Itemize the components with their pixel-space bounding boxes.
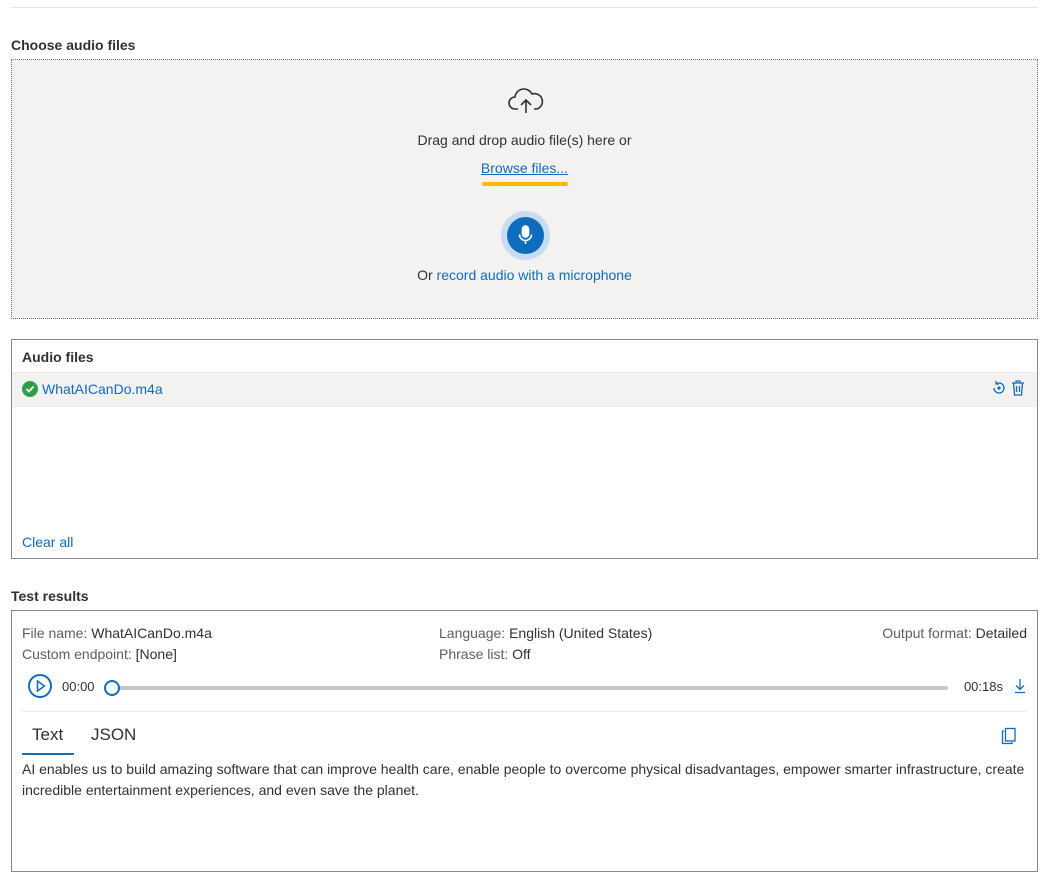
active-tab-indicator [22,753,74,755]
top-divider [11,7,1038,8]
audio-dropzone[interactable]: Drag and drop audio file(s) here or Brow… [11,59,1038,319]
language-value: English (United States) [509,625,653,641]
delete-icon[interactable] [1011,380,1027,396]
custom-endpoint-label: Custom endpoint: [22,646,132,662]
custom-endpoint-meta: Custom endpoint: [None] [22,646,177,662]
microphone-icon [518,225,533,244]
file-name-meta: File name: WhatAICanDo.m4a [22,625,212,641]
transcript-text: AI enables us to build amazing software … [22,761,1025,798]
success-check-icon [22,381,38,397]
test-results-title: Test results [11,588,89,604]
retry-icon[interactable] [991,380,1007,396]
choose-audio-title: Choose audio files [11,37,136,53]
audio-files-title: Audio files [22,349,94,365]
cloud-upload-icon [508,88,544,113]
file-name-link[interactable]: WhatAICanDo.m4a [42,381,163,397]
file-row[interactable]: WhatAICanDo.m4a [12,372,1037,407]
play-button[interactable] [28,674,52,698]
browse-files-link[interactable]: Browse files... [481,160,568,176]
language-meta: Language: English (United States) [439,625,652,641]
record-line: Or record audio with a microphone [12,267,1037,283]
output-format-value: Detailed [975,625,1027,641]
drag-drop-text: Drag and drop audio file(s) here or [417,132,632,148]
phrase-list-label: Phrase list: [439,646,509,662]
file-name-value: WhatAICanDo.m4a [91,625,212,641]
file-name-label: File name: [22,625,88,641]
output-format-meta: Output format: Detailed [882,625,1027,641]
audio-progress-track[interactable] [112,686,948,690]
results-divider [22,711,1027,712]
tab-text[interactable]: Text [32,725,63,745]
record-prefix: Or [417,267,433,283]
phrase-list-meta: Phrase list: Off [439,646,531,662]
output-format-label: Output format: [882,625,972,641]
test-results-panel: File name: WhatAICanDo.m4a Custom endpoi… [11,610,1038,872]
play-icon [36,680,46,692]
duration: 00:18s [963,679,1003,694]
download-icon[interactable] [1013,678,1027,694]
tab-json[interactable]: JSON [91,725,136,745]
record-audio-link[interactable]: record audio with a microphone [437,267,632,283]
current-time: 00:00 [62,679,95,694]
record-microphone-button[interactable] [507,217,544,254]
clear-all-link[interactable]: Clear all [22,534,73,550]
copy-icon[interactable] [1001,727,1017,745]
browse-highlight [482,182,568,186]
custom-endpoint-value: [None] [135,646,177,662]
phrase-list-value: Off [512,646,531,662]
language-label: Language: [439,625,506,641]
audio-progress-thumb[interactable] [104,680,120,696]
audio-files-panel: Audio files WhatAICanDo.m4a Clear all [11,339,1038,559]
